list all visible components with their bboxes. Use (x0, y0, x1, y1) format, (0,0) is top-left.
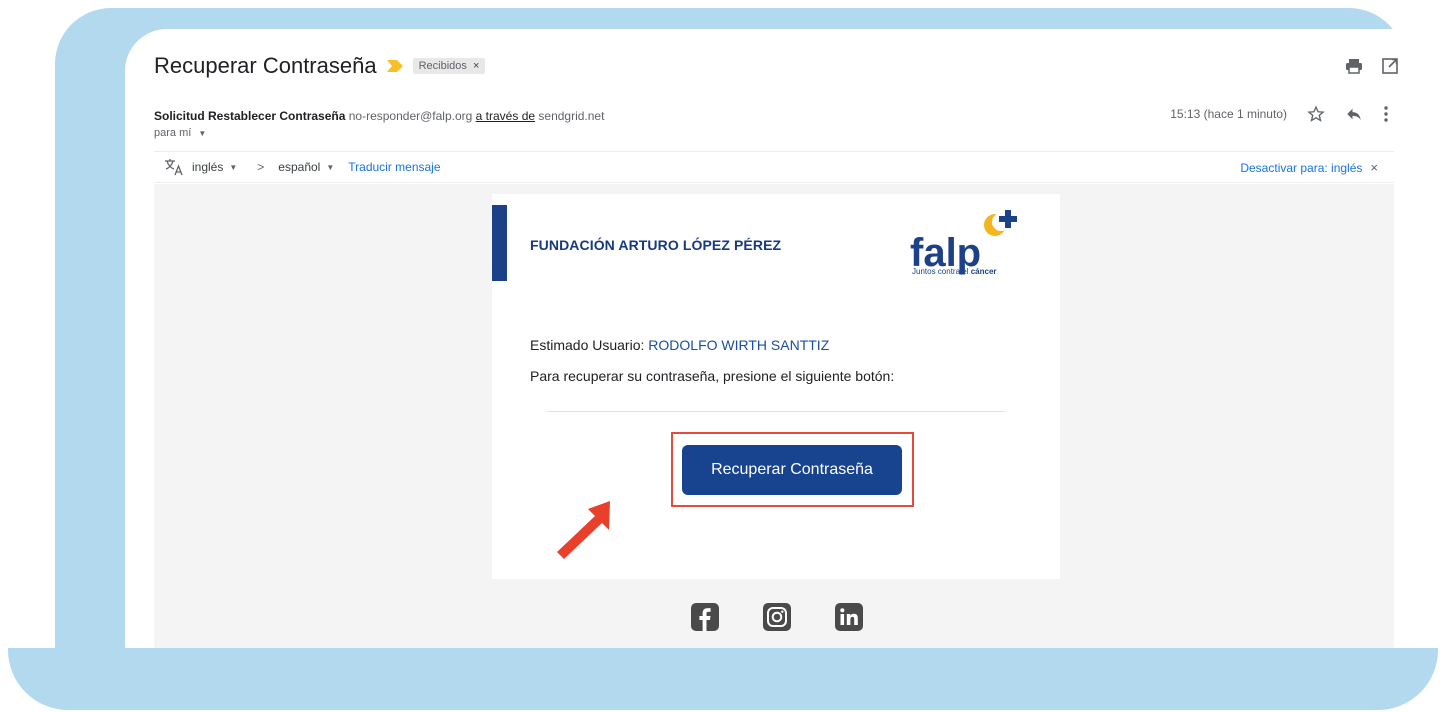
logo-tagline: Juntos contra el cáncer (912, 267, 997, 276)
social-links (691, 603, 863, 631)
disable-translation-link[interactable]: Desactivar para: inglés (1240, 161, 1362, 175)
disable-translation: Desactivar para: inglés × (1240, 160, 1378, 175)
translate-message-link[interactable]: Traducir mensaje (348, 160, 440, 174)
star-icon[interactable] (1307, 105, 1325, 123)
user-name: RODOLFO WIRTH SANTTIZ (648, 337, 830, 353)
via-link[interactable]: a través de (476, 109, 535, 123)
importance-marker-icon[interactable] (386, 60, 403, 72)
device-base (8, 648, 1438, 710)
foundation-name: FUNDACIÓN ARTURO LÓPEZ PÉREZ (530, 237, 782, 253)
inbox-label-chip: Recibidos × (412, 58, 486, 74)
message-meta: 15:13 (hace 1 minuto) (1170, 105, 1389, 123)
more-vertical-icon[interactable] (1383, 105, 1389, 123)
reply-icon[interactable] (1345, 105, 1363, 123)
linkedin-icon[interactable] (835, 603, 863, 631)
email-screen: Recuperar Contraseña Recibidos × Solicit… (125, 29, 1445, 659)
target-language: español (278, 160, 321, 174)
greeting: Estimado Usuario: RODOLFO WIRTH SANTTIZ (530, 337, 829, 353)
chevron-down-icon[interactable]: ▼ (198, 129, 206, 138)
sender-email: no-responder@falp.org (348, 109, 473, 123)
open-in-new-window-icon[interactable] (1381, 57, 1399, 75)
source-language-select[interactable]: inglés ▼ (164, 158, 237, 176)
divider (547, 411, 1005, 412)
chevron-down-icon: ▼ (229, 162, 238, 172)
greeting-label: Estimado Usuario: (530, 337, 645, 353)
remove-label-button[interactable]: × (473, 60, 479, 72)
inbox-label: Recibidos (418, 60, 467, 72)
device-frame: Recuperar Contraseña Recibidos × Solicit… (55, 8, 1445, 668)
recipient-label: para mí (154, 127, 192, 139)
top-actions (1345, 57, 1399, 75)
accent-bar (492, 205, 507, 281)
facebook-icon[interactable] (691, 603, 719, 631)
translate-icon (165, 159, 183, 176)
email-subject: Recuperar Contraseña (154, 53, 377, 78)
source-language: inglés (192, 160, 224, 174)
annotation-arrow-icon (557, 501, 610, 559)
via-domain: sendgrid.net (538, 109, 605, 123)
chevron-right-icon: > (257, 160, 265, 174)
target-language-select[interactable]: español ▼ (278, 160, 334, 174)
translate-bar: inglés ▼ > español ▼ Traducir mensaje De… (154, 151, 1394, 183)
chevron-down-icon: ▼ (326, 162, 335, 172)
print-icon[interactable] (1345, 57, 1363, 75)
close-translate-bar-button[interactable]: × (1370, 160, 1378, 175)
subject-row: Recuperar Contraseña Recibidos × (154, 53, 486, 79)
instruction-text: Para recuperar su contraseña, presione e… (530, 368, 895, 384)
recipient-details[interactable]: para mí ▼ (154, 127, 206, 139)
recover-password-button[interactable]: Recuperar Contraseña (682, 445, 902, 495)
message-timestamp: 15:13 (hace 1 minuto) (1170, 107, 1287, 121)
instagram-icon[interactable] (763, 603, 791, 631)
sender-name: Solicitud Restablecer Contraseña (154, 109, 346, 123)
sender-row: Solicitud Restablecer Contraseña no-resp… (154, 109, 604, 123)
